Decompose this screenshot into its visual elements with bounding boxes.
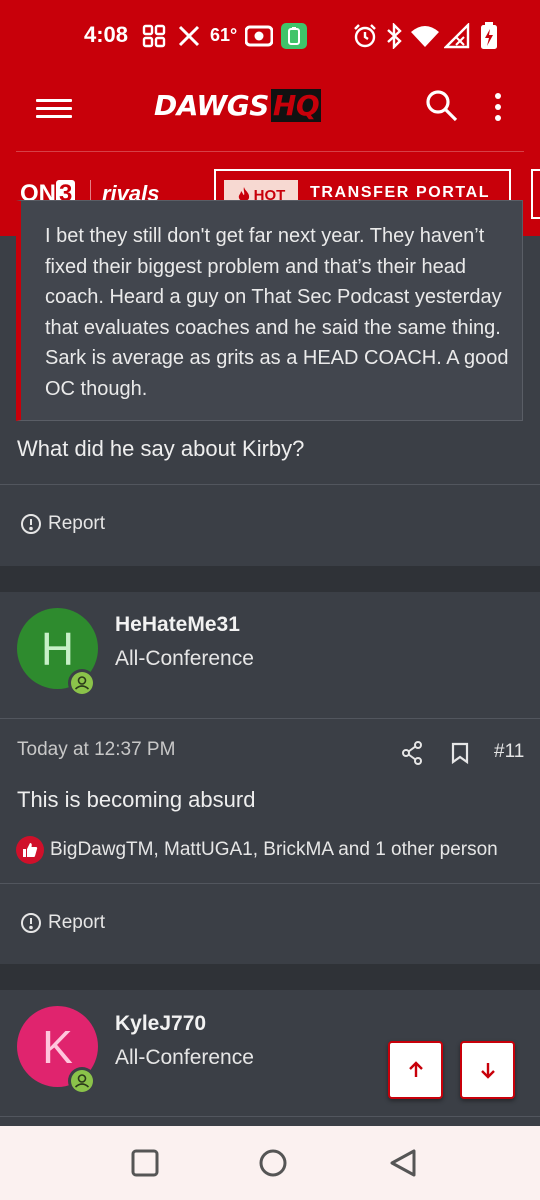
- post-divider: [0, 484, 540, 485]
- alert-circle-icon: [21, 514, 41, 534]
- reactions-summary[interactable]: BigDawgTM, MattUGA1, BrickMA and 1 other…: [16, 836, 498, 864]
- camera-hotspot-icon: [245, 22, 273, 50]
- post-timestamp[interactable]: Today at 12:37 PM: [17, 739, 175, 761]
- recents-icon[interactable]: [130, 1148, 160, 1178]
- status-temperature: 61°: [210, 25, 238, 45]
- wifi-icon: [410, 22, 440, 50]
- alert-circle-icon: [21, 913, 41, 933]
- arrow-up-icon: [408, 1061, 423, 1077]
- alarm-icon: [352, 22, 378, 50]
- username-link[interactable]: HeHateMe31: [115, 613, 240, 637]
- site-logo[interactable]: DAWGS HQ: [154, 89, 322, 122]
- search-icon[interactable]: [424, 88, 460, 124]
- online-status-icon: [68, 1067, 96, 1095]
- system-nav-bar: [0, 1126, 540, 1200]
- post-separator: [0, 566, 540, 592]
- site-header: DAWGS HQ: [0, 72, 540, 152]
- next-nav-item-edge[interactable]: [531, 169, 540, 219]
- status-bar: 4:08 61°: [0, 0, 540, 72]
- quoted-message: I bet they still don't get far next year…: [16, 200, 523, 421]
- arrow-down-icon: [480, 1063, 495, 1079]
- like-icon: [16, 836, 44, 864]
- bluetooth-icon: [385, 22, 403, 50]
- user-title: All-Conference: [115, 647, 254, 670]
- report-button[interactable]: Report: [20, 912, 105, 934]
- hamburger-menu-icon[interactable]: [36, 94, 72, 124]
- post-divider: [0, 883, 540, 884]
- post-body: This is becoming absurd: [17, 787, 256, 812]
- battery-saver-icon: [281, 22, 307, 50]
- post-separator: [0, 964, 540, 990]
- share-icon[interactable]: [400, 740, 424, 768]
- report-label: Report: [48, 912, 106, 933]
- home-icon[interactable]: [258, 1148, 288, 1178]
- scroll-up-button[interactable]: [388, 1041, 443, 1099]
- logo-hq: HQ: [270, 89, 322, 122]
- more-options-icon[interactable]: [488, 90, 508, 124]
- grid-apps-icon: [142, 22, 166, 50]
- scroll-down-button[interactable]: [460, 1041, 515, 1099]
- post-divider: [0, 718, 540, 719]
- reactions-text: BigDawgTM, MattUGA1, BrickMA and 1 other…: [50, 839, 498, 860]
- battery-charging-icon: [480, 22, 498, 50]
- bookmark-icon[interactable]: [450, 740, 470, 768]
- x-app-icon: [177, 22, 201, 50]
- back-icon[interactable]: [388, 1148, 418, 1178]
- post-divider: [0, 1116, 540, 1117]
- report-button[interactable]: Report: [20, 513, 105, 535]
- status-time: 4:08: [84, 22, 129, 47]
- online-status-icon: [68, 669, 96, 697]
- reply-text: What did he say about Kirby?: [17, 436, 305, 461]
- report-label: Report: [48, 513, 106, 534]
- post-number-link[interactable]: #11: [494, 741, 524, 763]
- user-title: All-Conference: [115, 1046, 254, 1069]
- quote-text: I bet they still don't get far next year…: [45, 225, 509, 400]
- logo-text: DAWGS: [154, 89, 269, 122]
- signal-icon: [444, 22, 470, 50]
- username-link[interactable]: KyleJ770: [115, 1012, 206, 1036]
